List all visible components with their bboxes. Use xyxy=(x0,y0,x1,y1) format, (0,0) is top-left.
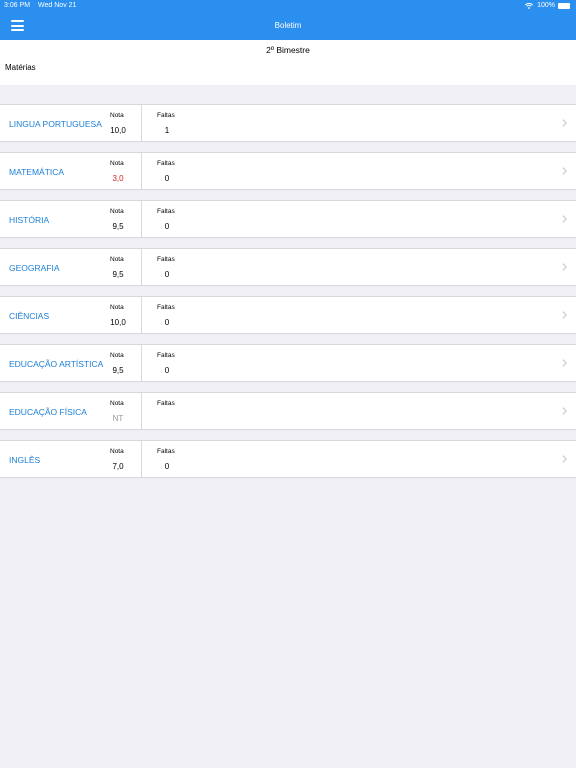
chevron-right-icon xyxy=(562,407,567,415)
nota-value: 9,5 xyxy=(112,270,124,279)
column-divider xyxy=(141,249,142,285)
chevron-right-icon xyxy=(562,167,567,175)
status-date: Wed Nov 21 xyxy=(38,2,77,9)
navigation-bar: Boletim xyxy=(0,12,576,40)
battery-percent: 100% xyxy=(537,2,555,9)
column-divider xyxy=(141,441,142,477)
nota-label: Nota xyxy=(110,304,124,311)
subject-name: CIÊNCIAS xyxy=(9,311,50,321)
nota-label: Nota xyxy=(110,256,124,263)
faltas-label: Faltas xyxy=(157,208,175,215)
period-label: 2º Bimestre xyxy=(266,45,310,55)
header-panel: 2º Bimestre Matérias xyxy=(0,40,576,85)
faltas-label: Faltas xyxy=(157,352,175,359)
faltas-value: 0 xyxy=(164,222,170,231)
battery-icon xyxy=(558,2,570,9)
subject-row[interactable]: CIÊNCIAS Nota 10,0 Faltas 0 xyxy=(0,296,576,334)
faltas-value: 0 xyxy=(164,366,170,375)
section-label: Matérias xyxy=(5,63,36,72)
subject-row[interactable]: EDUCAÇÃO FÍSICA Nota NT Faltas xyxy=(0,392,576,430)
faltas-value: 1 xyxy=(164,126,170,135)
column-divider xyxy=(141,201,142,237)
faltas-label: Faltas xyxy=(157,112,175,119)
chevron-right-icon xyxy=(562,215,567,223)
nota-value: 9,5 xyxy=(112,366,124,375)
chevron-right-icon xyxy=(562,455,567,463)
faltas-value: 0 xyxy=(164,270,170,279)
chevron-right-icon xyxy=(562,119,567,127)
column-divider xyxy=(141,393,142,429)
status-left: 3:06 PM Wed Nov 21 xyxy=(4,2,82,9)
faltas-value: 0 xyxy=(164,462,170,471)
status-bar: 3:06 PM Wed Nov 21 100% xyxy=(0,0,576,12)
chevron-right-icon xyxy=(562,263,567,271)
faltas-label: Faltas xyxy=(157,160,175,167)
nota-label: Nota xyxy=(110,448,124,455)
wifi-icon xyxy=(525,2,534,9)
subject-row[interactable]: GEOGRAFIA Nota 9,5 Faltas 0 xyxy=(0,248,576,286)
faltas-value: 0 xyxy=(164,174,170,183)
nota-label: Nota xyxy=(110,400,124,407)
chevron-right-icon xyxy=(562,311,567,319)
subject-name: HISTÓRIA xyxy=(9,215,50,225)
nota-label: Nota xyxy=(110,112,124,119)
subject-name: EDUCAÇÃO ARTÍSTICA xyxy=(9,359,104,369)
chevron-right-icon xyxy=(562,359,567,367)
column-divider xyxy=(141,297,142,333)
faltas-value: 0 xyxy=(164,318,170,327)
nota-value: 10,0 xyxy=(110,318,126,327)
subject-name: GEOGRAFIA xyxy=(9,263,60,273)
faltas-label: Faltas xyxy=(157,448,175,455)
nota-value: 9,5 xyxy=(112,222,124,231)
status-right: 100% xyxy=(525,2,570,9)
subject-name: LINGUA PORTUGUESA xyxy=(9,119,102,129)
faltas-label: Faltas xyxy=(157,256,175,263)
nota-value: 10,0 xyxy=(110,126,126,135)
nota-label: Nota xyxy=(110,208,124,215)
faltas-label: Faltas xyxy=(157,304,175,311)
nota-value: 3,0 xyxy=(112,174,124,183)
subject-name: INGLÊS xyxy=(9,455,41,465)
subject-row[interactable]: EDUCAÇÃO ARTÍSTICA Nota 9,5 Faltas 0 xyxy=(0,344,576,382)
subject-row[interactable]: INGLÊS Nota 7,0 Faltas 0 xyxy=(0,440,576,478)
subject-name: EDUCAÇÃO FÍSICA xyxy=(9,407,87,417)
status-time: 3:06 PM xyxy=(4,2,31,9)
column-divider xyxy=(141,153,142,189)
faltas-label: Faltas xyxy=(157,400,175,407)
subject-row[interactable]: LINGUA PORTUGUESA Nota 10,0 Faltas 1 xyxy=(0,104,576,142)
nota-label: Nota xyxy=(110,160,124,167)
subject-name: MATEMÁTICA xyxy=(9,167,65,177)
column-divider xyxy=(141,105,142,141)
nota-label: Nota xyxy=(110,352,124,359)
subject-row[interactable]: MATEMÁTICA Nota 3,0 Faltas 0 xyxy=(0,152,576,190)
column-divider xyxy=(141,345,142,381)
nota-value: 7,0 xyxy=(112,462,124,471)
subject-row[interactable]: HISTÓRIA Nota 9,5 Faltas 0 xyxy=(0,200,576,238)
subject-list: LINGUA PORTUGUESA Nota 10,0 Faltas 1 MATEMÁTI… xyxy=(0,104,576,488)
nota-value: NT xyxy=(112,414,124,423)
page-title: Boletim xyxy=(274,21,302,30)
